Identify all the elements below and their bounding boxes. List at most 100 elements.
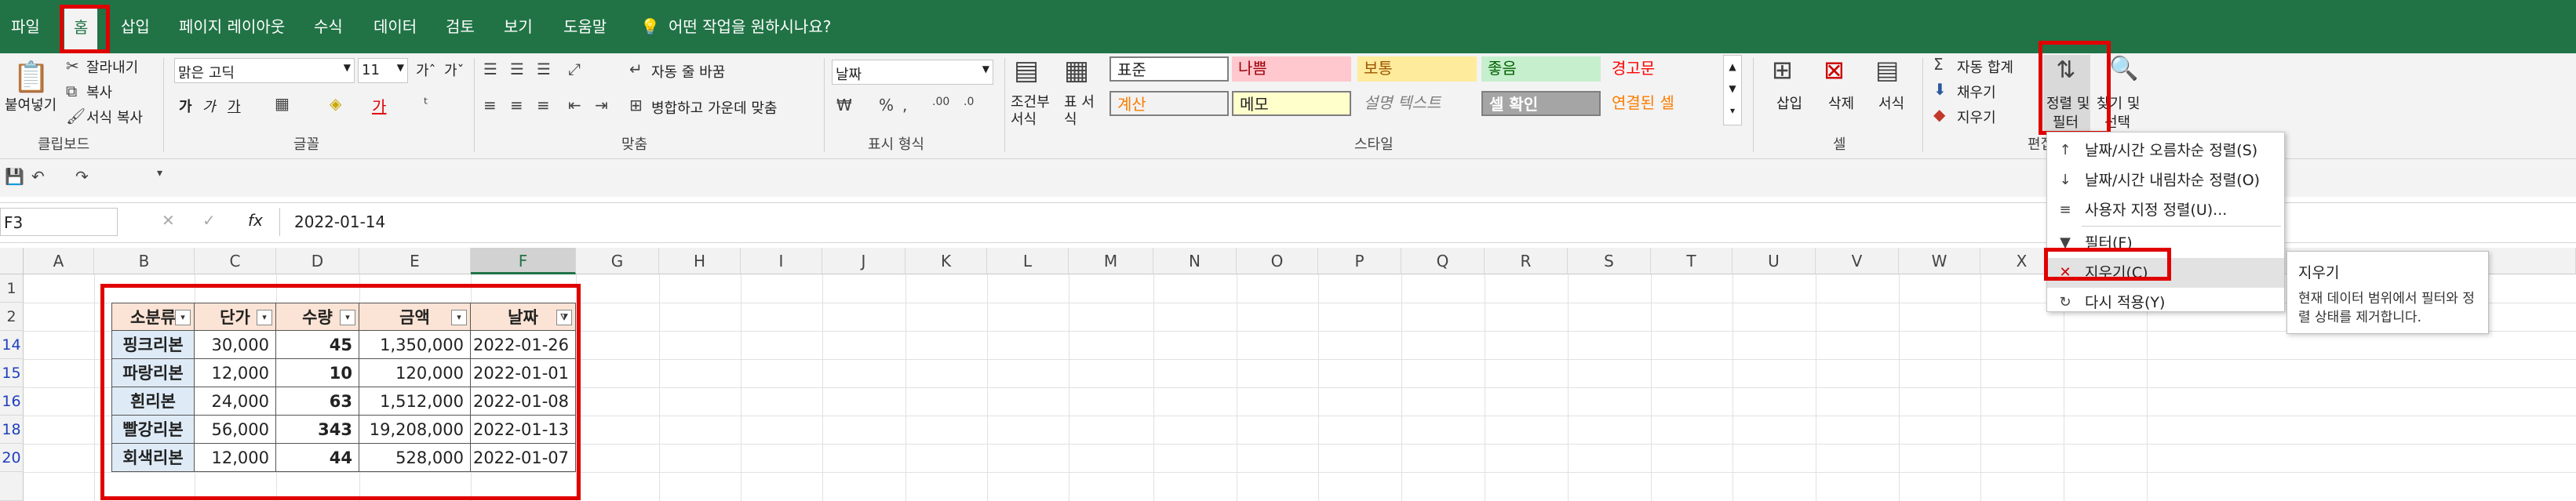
cell-style-item[interactable]: 경고문 [1605, 56, 1725, 82]
cell-style-item[interactable]: 연결된 셀 [1605, 91, 1725, 116]
cell-style-item[interactable]: 계산 [1109, 91, 1229, 116]
fill-color-icon[interactable]: ◈ [330, 94, 341, 113]
align-left-icon[interactable]: ≡ [483, 96, 497, 114]
column-header[interactable]: N [1153, 248, 1237, 274]
cell-style-item[interactable]: 셀 확인 [1481, 91, 1601, 116]
menu-item[interactable]: ↻ 다시 적용(Y) [2047, 288, 2284, 311]
autosum-button[interactable]: 자동 합계 [1957, 56, 2013, 77]
cell-style-item[interactable]: 나쁨 [1232, 56, 1351, 82]
row-header[interactable]: 15 [0, 359, 24, 387]
redo-icon[interactable]: ↷ [75, 167, 89, 186]
conditional-format-button[interactable]: 조건부 서식 [1011, 94, 1050, 129]
cell-style-item[interactable]: 설명 텍스트 [1357, 91, 1477, 116]
accounting-icon[interactable]: ₩ [836, 96, 852, 114]
name-box[interactable]: F3 [0, 208, 118, 236]
insert-cells-button[interactable]: 삽입 [1776, 93, 1802, 113]
row-header[interactable]: 16 [0, 387, 24, 416]
format-table-button[interactable]: 표 서식 [1064, 94, 1095, 129]
format-cells-button[interactable]: 서식 [1878, 93, 1904, 113]
copy-button[interactable]: 복사 [86, 82, 112, 102]
column-header[interactable]: P [1318, 248, 1401, 274]
cut-button[interactable]: 잘라내기 [86, 56, 138, 77]
save-icon[interactable]: 💾 [5, 167, 24, 186]
tab-view[interactable]: 보기 [494, 0, 542, 53]
tab-insert[interactable]: 삽입 [111, 0, 159, 53]
row-header[interactable]: 18 [0, 416, 24, 444]
column-header[interactable]: T [1651, 248, 1733, 274]
paste-icon[interactable]: 📋 [8, 60, 55, 97]
phonetic-icon[interactable]: ᵗ [424, 94, 428, 113]
align-middle-icon[interactable]: ☰ [510, 60, 524, 78]
format-cells-icon[interactable]: ▤ [1875, 55, 1899, 85]
tab-help[interactable]: 도움말 [554, 0, 616, 53]
column-header[interactable]: C [195, 248, 276, 274]
shrink-font-button[interactable]: 가ˇ [444, 60, 465, 80]
format-painter-button[interactable]: 서식 복사 [86, 107, 143, 127]
cell-style-item[interactable]: 보통 [1357, 56, 1477, 82]
column-header[interactable]: F [471, 248, 576, 274]
select-all-corner[interactable] [0, 248, 24, 274]
column-header[interactable]: S [1568, 248, 1651, 274]
column-header[interactable]: H [659, 248, 741, 274]
menu-item[interactable]: ↓ 날짜/시간 내림차순 정렬(O) [2047, 165, 2284, 195]
customize-qat-icon[interactable]: ▾ [157, 167, 162, 180]
tab-page-layout[interactable]: 페이지 레이아웃 [169, 0, 294, 53]
column-header[interactable]: Q [1401, 248, 1485, 274]
increase-indent-icon[interactable]: ⇥ [595, 96, 608, 114]
paste-button[interactable]: 붙여넣기 [5, 94, 56, 114]
gallery-scroll[interactable]: ▲ ▼ ▾ [1723, 55, 1742, 125]
align-top-icon[interactable]: ☰ [483, 60, 497, 78]
delete-cells-icon[interactable]: ⊠ [1824, 55, 1845, 85]
borders-icon[interactable]: ▦ [275, 94, 290, 113]
column-header[interactable]: O [1237, 248, 1318, 274]
italic-button[interactable]: 가 [202, 96, 216, 116]
cancel-icon[interactable]: ✕ [162, 211, 175, 230]
row-header[interactable]: 14 [0, 331, 24, 359]
column-header[interactable]: D [276, 248, 359, 274]
tab-review[interactable]: 검토 [436, 0, 484, 53]
percent-icon[interactable]: % [879, 96, 894, 114]
number-format-select[interactable]: 날짜 ▼ [832, 60, 993, 85]
menu-item[interactable]: ≡ 사용자 지정 정렬(U)... [2047, 195, 2284, 225]
wrap-text-button[interactable]: 자동 줄 바꿈 [651, 61, 725, 82]
fill-button[interactable]: 채우기 [1957, 82, 1996, 102]
column-header[interactable]: W [1899, 248, 1980, 274]
undo-icon[interactable]: ↶ [31, 167, 45, 186]
column-header[interactable]: E [359, 248, 471, 274]
cell-style-item[interactable]: 표준 [1109, 56, 1229, 82]
grow-font-button[interactable]: 가ˆ [416, 60, 436, 80]
cell-style-item[interactable]: 좋음 [1481, 56, 1601, 82]
column-header[interactable]: G [576, 248, 659, 274]
column-header[interactable]: K [905, 248, 987, 274]
row-header[interactable]: 20 [0, 444, 24, 472]
font-color-icon[interactable]: 가 [372, 94, 386, 117]
column-header[interactable]: M [1069, 248, 1153, 274]
merge-center-button[interactable]: 병합하고 가운데 맞춤 [651, 97, 777, 118]
align-right-icon[interactable]: ≡ [537, 96, 550, 114]
tab-formulas[interactable]: 수식 [304, 0, 352, 53]
menu-item[interactable]: ↑ 날짜/시간 오름차순 정렬(S) [2047, 136, 2284, 165]
tab-data[interactable]: 데이터 [364, 0, 426, 53]
column-header[interactable]: V [1816, 248, 1899, 274]
column-header[interactable]: B [94, 248, 195, 274]
conditional-format-icon[interactable]: ▤ [1014, 55, 1039, 86]
tab-file[interactable]: 파일 [2, 0, 49, 53]
format-table-icon[interactable]: ▦ [1064, 55, 1089, 86]
column-header[interactable]: L [987, 248, 1069, 274]
font-size-select[interactable]: 11 ▼ [358, 58, 408, 83]
enter-icon[interactable]: ✓ [202, 211, 216, 230]
align-bottom-icon[interactable]: ☰ [537, 60, 551, 78]
bold-button[interactable]: 가 [179, 96, 192, 116]
column-header[interactable]: U [1733, 248, 1816, 274]
column-header[interactable]: J [822, 248, 905, 274]
row-header[interactable]: 1 [0, 274, 24, 303]
cell-style-item[interactable]: 메모 [1232, 91, 1351, 116]
row-header[interactable]: 2 [0, 303, 24, 331]
comma-icon[interactable]: , [902, 96, 907, 114]
delete-cells-button[interactable]: 삭제 [1828, 93, 1854, 113]
underline-button[interactable]: 가 [228, 96, 241, 116]
decrease-indent-icon[interactable]: ⇤ [568, 96, 581, 114]
tell-me-input[interactable]: 어떤 작업을 원하시나요? [659, 0, 840, 53]
decrease-decimal-icon[interactable]: .0 [964, 96, 974, 108]
column-header[interactable]: A [24, 248, 94, 274]
